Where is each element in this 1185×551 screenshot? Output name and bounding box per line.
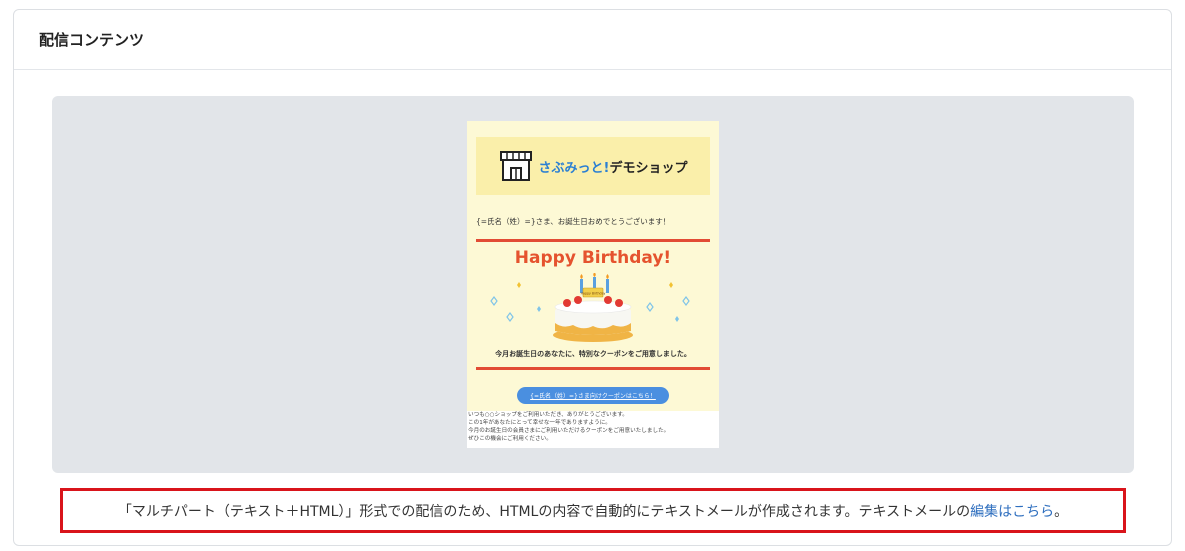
multipart-notice: 「マルチパート（テキスト＋HTML）」形式での配信のため、HTMLの内容で自動的… [60, 488, 1126, 533]
logo-text-dark: デモショップ [609, 160, 688, 176]
delivery-content-card: 配信コンテンツ さぶみっと!デモショップ {=氏名（姓）=}さま、お誕生日おめで… [13, 9, 1172, 546]
notice-suffix: 。 [1054, 503, 1069, 520]
shop-icon [499, 151, 532, 181]
email-greeting: {=氏名（姓）=}さま、お誕生日おめでとうございます！ [476, 217, 671, 226]
divider [476, 239, 710, 242]
email-logo-banner: さぶみっと!デモショップ [476, 137, 710, 195]
email-body-line: この1年があなたにとって幸せな一年でありますように。 [468, 420, 611, 426]
section-title: 配信コンテンツ [14, 10, 1171, 70]
email-body-line: ぜひこの機会にご利用ください。 [468, 436, 552, 442]
coupon-button[interactable]: {=氏名（姓）=}さま向けクーポンはこちら！ [517, 387, 669, 404]
email-headline: Happy Birthday! [514, 248, 672, 268]
cake-plate-text: Happy Birthday [581, 292, 606, 296]
email-body-line: 今月のお誕生日の会員さまにご利用いただけるクーポンをご用意いたしました。 [468, 428, 670, 434]
notice-text: 「マルチパート（テキスト＋HTML）」形式での配信のため、HTMLの内容で自動的… [117, 503, 971, 520]
divider [476, 367, 710, 370]
logo-text-blue: さぶみっと! [538, 160, 610, 176]
email-body-line: いつも○○ショップをご利用いただき、ありがとうございます。 [468, 412, 628, 418]
email-body-text: いつも○○ショップをご利用いただき、ありがとうございます。 この1年があなたにと… [467, 411, 719, 448]
edit-text-mail-link[interactable]: 編集はこちら [970, 501, 1054, 521]
email-message: 今月お誕生日のあなたに、特別なクーポンをご用意しました。 [495, 350, 691, 358]
email-preview-area: さぶみっと!デモショップ {=氏名（姓）=}さま、お誕生日おめでとうございます！… [52, 96, 1134, 473]
email-preview: さぶみっと!デモショップ {=氏名（姓）=}さま、お誕生日おめでとうございます！… [467, 121, 719, 448]
email-logo-text: さぶみっと!デモショップ [539, 157, 688, 176]
birthday-cake-illustration: Happy Birthday [490, 273, 690, 342]
